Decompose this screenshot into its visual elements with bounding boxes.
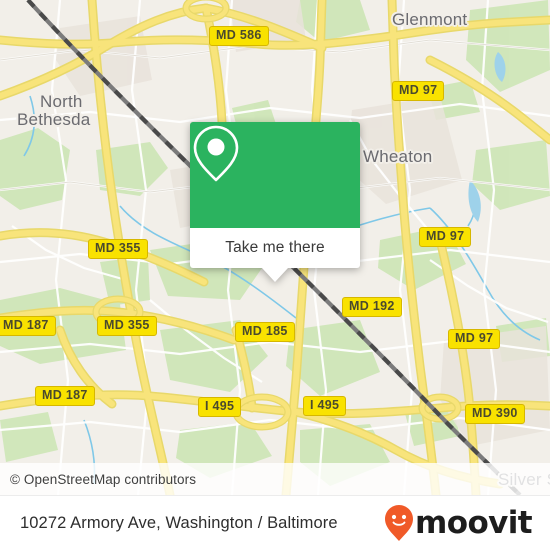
map-canvas[interactable]: Glenmont North Bethesda Wheaton Silver S…	[0, 0, 550, 495]
map-attribution-bar: © OpenStreetMap contributors	[0, 463, 550, 495]
take-me-there-label: Take me there	[225, 239, 325, 256]
road-shield-md185: MD 185	[235, 322, 295, 342]
road-shield-md355-b: MD 355	[97, 316, 157, 336]
road-shield-i495-b: I 495	[303, 396, 347, 416]
moovit-logo[interactable]: moovit	[384, 504, 533, 542]
location-callout-card[interactable]: Take me there	[190, 122, 360, 282]
osm-attribution-text: © OpenStreetMap contributors	[10, 471, 197, 487]
road-shield-md192: MD 192	[342, 297, 402, 317]
callout-tail	[262, 268, 288, 282]
footer-bar: 10272 Armory Ave, Washington / Baltimore…	[0, 495, 550, 550]
road-shield-md97-a: MD 97	[392, 81, 445, 101]
moovit-wordmark: moovit	[415, 504, 533, 541]
road-shield-md390: MD 390	[465, 404, 525, 424]
moovit-map-screen: Glenmont North Bethesda Wheaton Silver S…	[0, 0, 550, 550]
moovit-smiley-pin-icon	[385, 505, 414, 541]
road-shield-md97-c: MD 97	[448, 329, 501, 349]
road-shield-md97-b: MD 97	[419, 227, 472, 247]
road-shield-md586: MD 586	[209, 26, 269, 46]
road-shield-md187-b: MD 187	[35, 386, 95, 406]
callout-icon-panel	[190, 122, 360, 228]
road-shield-md187-a: MD 187	[0, 316, 56, 336]
callout-action-panel[interactable]: Take me there	[190, 228, 360, 282]
address-label: 10272 Armory Ave, Washington / Baltimore	[20, 513, 338, 532]
map-pin-icon	[193, 125, 239, 182]
road-shield-i495-a: I 495	[198, 397, 242, 417]
road-shield-md355-a: MD 355	[88, 239, 148, 259]
